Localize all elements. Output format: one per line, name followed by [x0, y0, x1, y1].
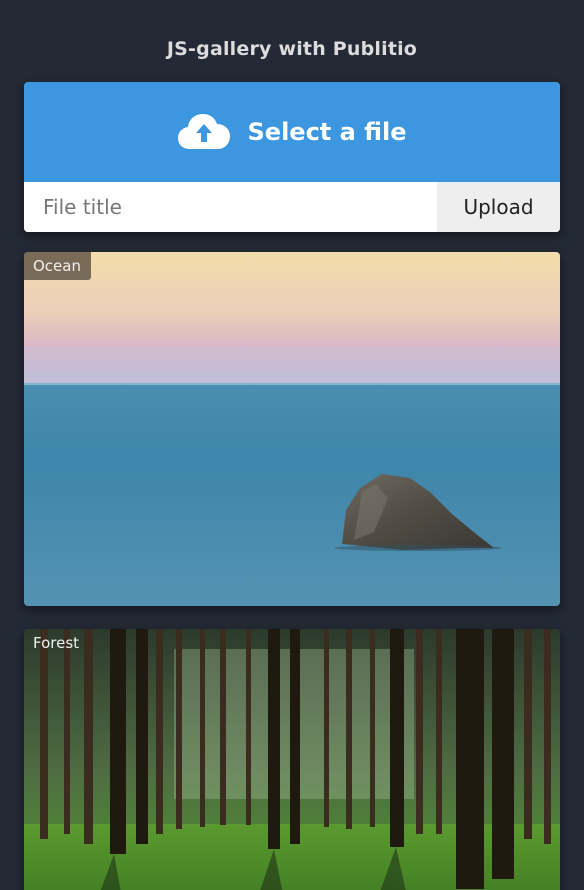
- forest-image: [24, 629, 560, 890]
- gallery-item-forest[interactable]: Forest: [24, 629, 560, 890]
- gallery-item-ocean[interactable]: Ocean: [24, 252, 560, 606]
- upload-form: Upload: [24, 182, 560, 232]
- photo-title: Ocean: [24, 252, 91, 280]
- cloud-upload-icon: [177, 114, 230, 149]
- select-file-label: Select a file: [247, 118, 407, 146]
- photo-title: Forest: [33, 634, 80, 652]
- select-file-button[interactable]: Select a file: [24, 82, 560, 182]
- upload-button[interactable]: Upload: [437, 182, 560, 232]
- upload-card: Select a file Upload: [24, 82, 560, 232]
- page-title: JS-gallery with Publitio: [166, 38, 418, 60]
- ocean-image: [24, 252, 560, 606]
- page: JS-gallery with Publitio Select a file U…: [0, 0, 584, 890]
- file-title-input[interactable]: [24, 182, 437, 232]
